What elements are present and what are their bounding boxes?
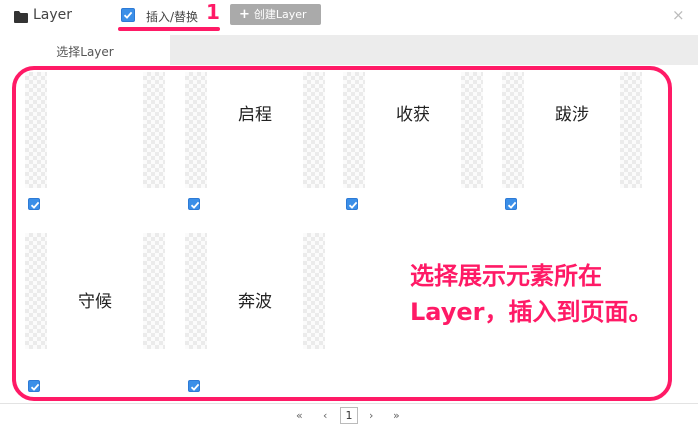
close-icon[interactable]: × (672, 6, 685, 24)
last-page-button[interactable]: » (393, 409, 400, 422)
tab-bar: 选择Layer (0, 35, 698, 65)
create-layer-label: 创建Layer (253, 8, 307, 21)
dialog-title: Layer (33, 7, 73, 23)
plus-icon: + (239, 7, 250, 22)
highlight-frame (12, 66, 672, 401)
insert-replace-label: 插入/替换 (146, 10, 199, 24)
header: Layer 插入/替换 1 + 创建Layer × (0, 0, 698, 34)
current-page[interactable]: 1 (340, 407, 358, 424)
pagination: « ‹ 1 › » (0, 403, 698, 426)
next-page-button[interactable]: › (369, 409, 373, 422)
step-number-annotation: 1 (206, 0, 220, 24)
create-layer-button[interactable]: + 创建Layer (230, 4, 321, 25)
prev-page-button[interactable]: ‹ (323, 409, 327, 422)
highlight-underline (118, 27, 220, 31)
first-page-button[interactable]: « (296, 409, 303, 422)
tab-select-layer[interactable]: 选择Layer (0, 35, 170, 65)
folder-icon (14, 11, 28, 23)
insert-replace-checkbox[interactable] (121, 8, 135, 22)
